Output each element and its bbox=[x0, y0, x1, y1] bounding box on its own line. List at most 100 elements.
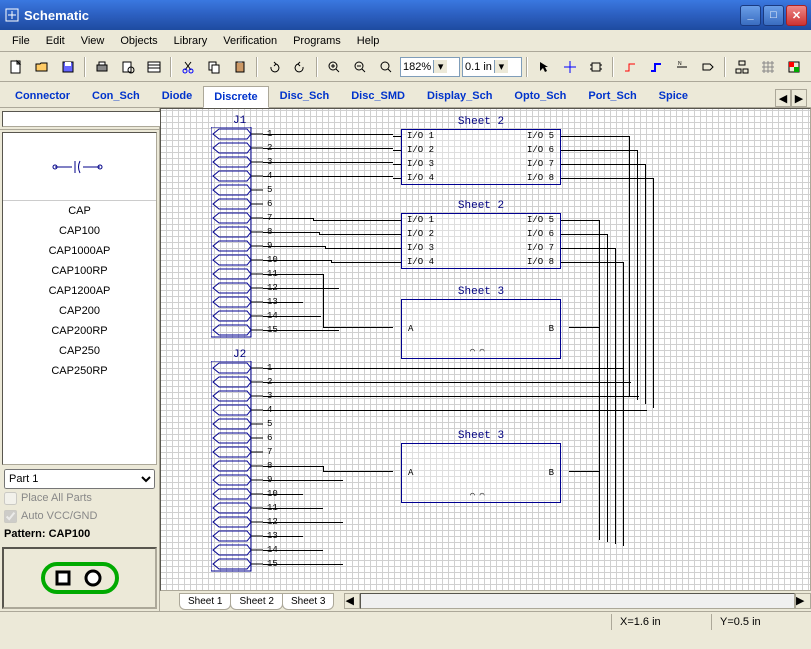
part-info: Part 1 Place All Parts Auto VCC/GND Patt… bbox=[0, 467, 159, 545]
toolbar: 182%▾ 0.1 in▾ N bbox=[0, 52, 811, 82]
zoom-out-button[interactable] bbox=[348, 55, 372, 79]
undo-button[interactable] bbox=[262, 55, 286, 79]
list-item[interactable]: CAP100RP bbox=[3, 261, 156, 281]
list-item[interactable]: CAP100 bbox=[3, 221, 156, 241]
io-port: I/O 2 bbox=[407, 145, 434, 155]
preview-button[interactable] bbox=[116, 55, 140, 79]
tab-disc-smd[interactable]: Disc_SMD bbox=[340, 85, 416, 107]
sheet3a-port-a: A bbox=[408, 324, 413, 334]
sheet-3a: Sheet 3 A B ⌒ ⌒ bbox=[401, 299, 561, 359]
copy-button[interactable] bbox=[202, 55, 226, 79]
tab-scroll-right[interactable]: ▶ bbox=[791, 89, 807, 107]
io-port: I/O 3 bbox=[407, 243, 434, 253]
tab-spice[interactable]: Spice bbox=[648, 85, 699, 107]
wire-tool[interactable] bbox=[618, 55, 642, 79]
menu-help[interactable]: Help bbox=[349, 33, 388, 49]
grid-combo[interactable]: 0.1 in▾ bbox=[462, 57, 522, 77]
schematic-canvas[interactable]: J1 123456789101112131415 J2 123456789101… bbox=[160, 108, 811, 591]
j1-label: J1 bbox=[233, 115, 246, 127]
hscroll-left[interactable]: ◀ bbox=[344, 593, 360, 609]
menu-objects[interactable]: Objects bbox=[112, 33, 165, 49]
io-port: I/O 3 bbox=[407, 159, 434, 169]
menu-bar: File Edit View Objects Library Verificat… bbox=[0, 30, 811, 52]
list-item[interactable]: CAP200RP bbox=[3, 321, 156, 341]
port-tool[interactable] bbox=[696, 55, 720, 79]
pin-label: 6 bbox=[267, 199, 272, 209]
zoom-window-button[interactable] bbox=[374, 55, 398, 79]
new-button[interactable] bbox=[4, 55, 28, 79]
tab-display-sch[interactable]: Display_Sch bbox=[416, 85, 503, 107]
zoom-combo[interactable]: 182%▾ bbox=[400, 57, 460, 77]
search-input[interactable] bbox=[2, 111, 181, 127]
arrow-tool[interactable] bbox=[532, 55, 556, 79]
open-button[interactable] bbox=[30, 55, 54, 79]
place-all-checkbox[interactable] bbox=[4, 492, 17, 505]
component-tool[interactable] bbox=[584, 55, 608, 79]
bus-tool[interactable] bbox=[644, 55, 668, 79]
grid-tool[interactable] bbox=[756, 55, 780, 79]
maximize-button[interactable]: □ bbox=[763, 5, 784, 26]
tab-diode[interactable]: Diode bbox=[151, 85, 204, 107]
hscroll-right[interactable]: ▶ bbox=[795, 593, 811, 609]
list-item[interactable]: CAP bbox=[3, 201, 156, 221]
j2-label: J2 bbox=[233, 349, 246, 361]
crosshair-tool[interactable] bbox=[558, 55, 582, 79]
menu-verification[interactable]: Verification bbox=[215, 33, 285, 49]
menu-library[interactable]: Library bbox=[166, 33, 216, 49]
list-item[interactable]: CAP250RP bbox=[3, 361, 156, 381]
cut-button[interactable] bbox=[176, 55, 200, 79]
paste-button[interactable] bbox=[228, 55, 252, 79]
list-item[interactable]: CAP200 bbox=[3, 301, 156, 321]
status-y: Y=0.5 in bbox=[711, 614, 811, 630]
part-list[interactable]: CAP CAP100 CAP1000AP CAP100RP CAP1200AP … bbox=[2, 132, 157, 465]
sheet-3b: Sheet 3 A B ⌒ ⌒ bbox=[401, 443, 561, 503]
hierarchy-tool[interactable] bbox=[730, 55, 754, 79]
tab-opto-sch[interactable]: Opto_Sch bbox=[503, 85, 577, 107]
sheet3b-port-b: B bbox=[549, 468, 554, 478]
library-tabs: Connector Con_Sch Diode Discrete Disc_Sc… bbox=[0, 82, 811, 108]
sheet-tab-1[interactable]: Sheet 1 bbox=[179, 593, 231, 610]
sheet-tab-bar: Sheet 1 Sheet 2 Sheet 3 ◀ ▶ bbox=[160, 591, 811, 611]
sheet-tab-3[interactable]: Sheet 3 bbox=[282, 593, 334, 610]
minimize-button[interactable]: _ bbox=[740, 5, 761, 26]
sidebar: 🔍 CAP CAP100 CAP1000AP CAP100RP CAP1200A… bbox=[0, 108, 160, 611]
tab-discrete[interactable]: Discrete bbox=[203, 86, 268, 108]
part-select[interactable]: Part 1 bbox=[4, 469, 155, 489]
close-button[interactable]: ✕ bbox=[786, 5, 807, 26]
sheet-tab-2[interactable]: Sheet 2 bbox=[230, 593, 282, 610]
tab-connector[interactable]: Connector bbox=[4, 85, 81, 107]
app-icon bbox=[4, 7, 20, 23]
menu-programs[interactable]: Programs bbox=[285, 33, 349, 49]
auto-vcc-checkbox[interactable] bbox=[4, 510, 17, 523]
menu-view[interactable]: View bbox=[73, 33, 113, 49]
save-button[interactable] bbox=[56, 55, 80, 79]
list-item[interactable]: CAP250 bbox=[3, 341, 156, 361]
menu-edit[interactable]: Edit bbox=[38, 33, 73, 49]
list-item[interactable]: CAP1000AP bbox=[3, 241, 156, 261]
io-port: I/O 6 bbox=[527, 229, 554, 239]
print-button[interactable] bbox=[90, 55, 114, 79]
sheet3b-footer: ⌒ ⌒ bbox=[470, 490, 484, 500]
net-tool[interactable]: N bbox=[670, 55, 694, 79]
io-port: I/O 5 bbox=[527, 131, 554, 141]
titleblock-button[interactable] bbox=[142, 55, 166, 79]
hscroll-track[interactable] bbox=[360, 593, 795, 609]
tab-disc-sch[interactable]: Disc_Sch bbox=[269, 85, 341, 107]
layers-tool[interactable] bbox=[782, 55, 806, 79]
tab-port-sch[interactable]: Port_Sch bbox=[577, 85, 647, 107]
pin-label: 5 bbox=[267, 185, 272, 195]
pin-label: 7 bbox=[267, 447, 272, 457]
redo-button[interactable] bbox=[288, 55, 312, 79]
zoom-in-button[interactable] bbox=[322, 55, 346, 79]
sheet-2a-title: Sheet 2 bbox=[402, 116, 560, 128]
io-port: I/O 4 bbox=[407, 173, 434, 183]
io-port: I/O 8 bbox=[527, 173, 554, 183]
io-port: I/O 1 bbox=[407, 215, 434, 225]
io-port: I/O 6 bbox=[527, 145, 554, 155]
list-item[interactable]: CAP1200AP bbox=[3, 281, 156, 301]
tab-con-sch[interactable]: Con_Sch bbox=[81, 85, 151, 107]
io-port: I/O 5 bbox=[527, 215, 554, 225]
menu-file[interactable]: File bbox=[4, 33, 38, 49]
io-port: I/O 4 bbox=[407, 257, 434, 267]
tab-scroll-left[interactable]: ◀ bbox=[775, 89, 791, 107]
